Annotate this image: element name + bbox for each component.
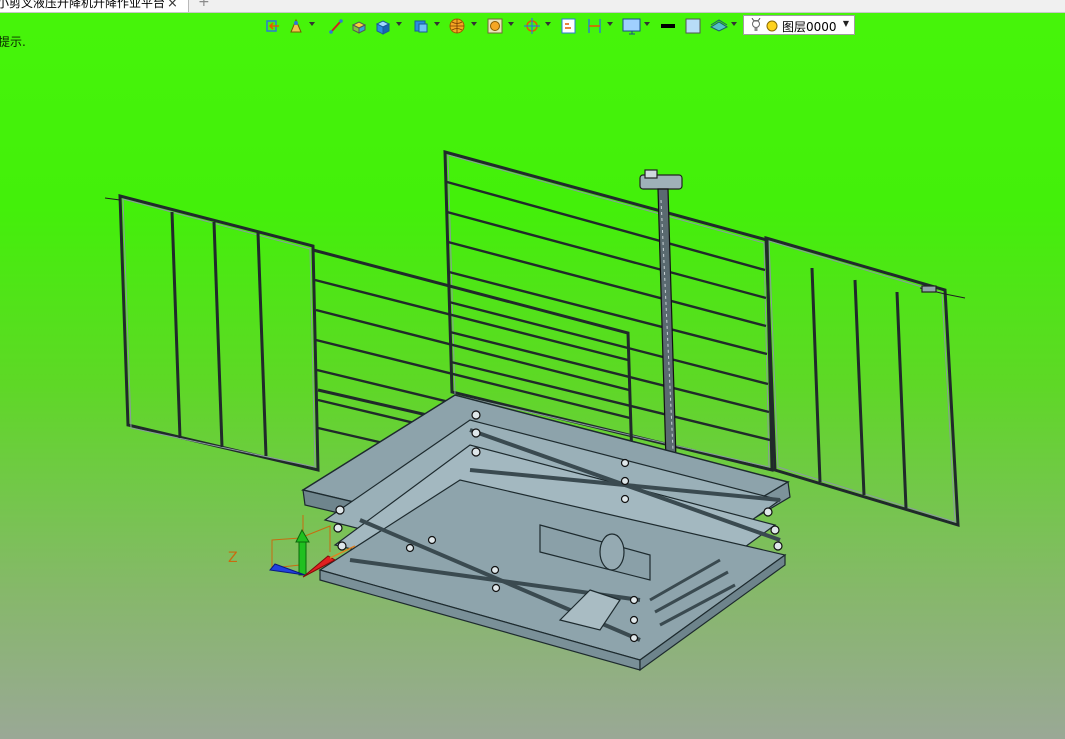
bulb-icon [751,18,778,32]
layer-material-icon[interactable] [709,15,729,37]
color-icon[interactable] [685,15,701,37]
chevron-down-icon[interactable] [396,22,402,26]
draw-tool-icon[interactable] [288,15,304,37]
chevron-down-icon[interactable] [434,22,440,26]
chevron-down-icon[interactable]: ▼ [843,19,849,28]
document-tab-title: 小剪叉液压升降机升降作业平台 [0,0,166,10]
document-tab[interactable]: 小剪叉液压升降机升降作业平台 × [0,0,189,12]
y-axis-arrow [298,539,307,576]
chevron-down-icon[interactable] [607,22,613,26]
extrude-icon[interactable] [350,15,368,37]
axis-label-z: Z [228,550,238,566]
line-weight-icon[interactable] [660,15,676,37]
measure-icon[interactable] [560,15,578,37]
layer-selector-value: 图层0000 [782,20,837,34]
view-icon[interactable] [486,15,504,37]
shape-icon[interactable] [412,15,430,37]
chevron-down-icon[interactable] [471,22,477,26]
snap-icon[interactable] [523,15,541,37]
left-guardrail-panel [104,194,320,472]
chevron-down-icon[interactable] [508,22,514,26]
chevron-down-icon[interactable] [644,22,650,26]
chevron-down-icon[interactable] [309,22,315,26]
close-tab-icon[interactable]: × [167,0,178,12]
new-tab-icon[interactable]: + [198,0,210,10]
document-tab-bar: 小剪叉液压升降机升降作业平台 × + [0,0,1065,13]
layer-selector[interactable]: 图层0000 ▼ [743,15,855,35]
line-icon[interactable] [328,15,344,37]
scissor-lift-platform-model [104,150,966,672]
chevron-down-icon[interactable] [731,22,737,26]
dimension-icon[interactable] [586,15,604,37]
globe-icon[interactable] [448,15,466,37]
chevron-down-icon[interactable] [545,22,551,26]
exit-sketch-icon[interactable] [265,15,281,37]
display-icon[interactable] [622,15,642,37]
right-guardrail-panel [764,235,966,528]
3d-viewport[interactable] [0,38,1065,739]
solid-box-icon[interactable] [374,15,392,37]
